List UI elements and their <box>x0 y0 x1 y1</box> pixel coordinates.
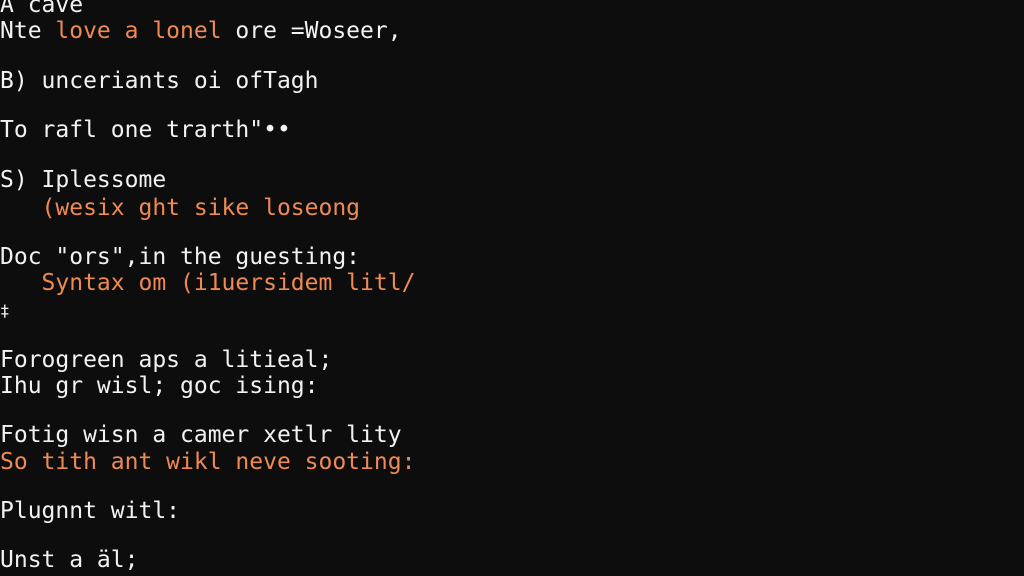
cursor-glyph: ‡ <box>0 301 10 320</box>
highlighted-text: Syntax om (i1uersidem litl/ <box>0 270 416 296</box>
terminal-line-6: (wesix ght sike loseong <box>0 195 361 221</box>
line-text: Ihu gr wisl; goc ising: <box>0 373 319 399</box>
terminal-line-3: B) unceriants oi ofTagh <box>0 68 319 94</box>
line-text: Fotig wisn a camer xetlr lity <box>0 422 402 448</box>
terminal-line-1: A cave <box>0 0 83 18</box>
line-text: Unst a äl; <box>0 547 139 573</box>
line-text: S) Iplessome <box>0 167 167 193</box>
line-text: Plugnnt witl: <box>0 498 181 524</box>
line-text: To rafl one trarth"•• <box>0 117 291 143</box>
terminal-line-11: Ihu gr wisl; goc ising: <box>0 373 319 399</box>
line-text: Nte <box>0 18 56 44</box>
terminal-line-10: Forogreen aps a litieal; <box>0 347 332 373</box>
terminal-line-13: So tith ant wikl neve sooting: <box>0 449 415 475</box>
terminal-line-5: S) Iplessome <box>0 167 166 193</box>
line-text: Forogreen aps a litieal; <box>0 347 333 373</box>
terminal-line-9: ‡ <box>0 298 10 324</box>
terminal-line-12: Fotig wisn a camer xetlr lity <box>0 422 402 448</box>
highlighted-text: So tith ant wikl neve sooting: <box>0 449 416 475</box>
terminal-line-14: Plugnnt witl: <box>0 498 180 524</box>
terminal-line-4: To rafl one trarth"•• <box>0 117 291 143</box>
highlighted-text: (wesix ght sike loseong <box>0 195 361 221</box>
terminal-line-2: Nte love a lonel ore =Woseer, <box>0 18 402 44</box>
line-text: A cave <box>0 0 84 18</box>
line-text: Doc "ors",in the guesting: <box>0 244 361 270</box>
terminal-line-15: Unst a äl; <box>0 547 138 573</box>
terminal-window[interactable]: A cave Nte love a lonel ore =Woseer, B) … <box>0 0 1024 576</box>
highlighted-text: love a lonel <box>55 18 222 44</box>
line-text: ore =Woseer, <box>221 18 402 44</box>
line-text: B) unceriants oi ofTagh <box>0 68 319 94</box>
terminal-line-8: Syntax om (i1uersidem litl/ <box>0 270 416 296</box>
terminal-line-7: Doc "ors",in the guesting: <box>0 244 360 270</box>
